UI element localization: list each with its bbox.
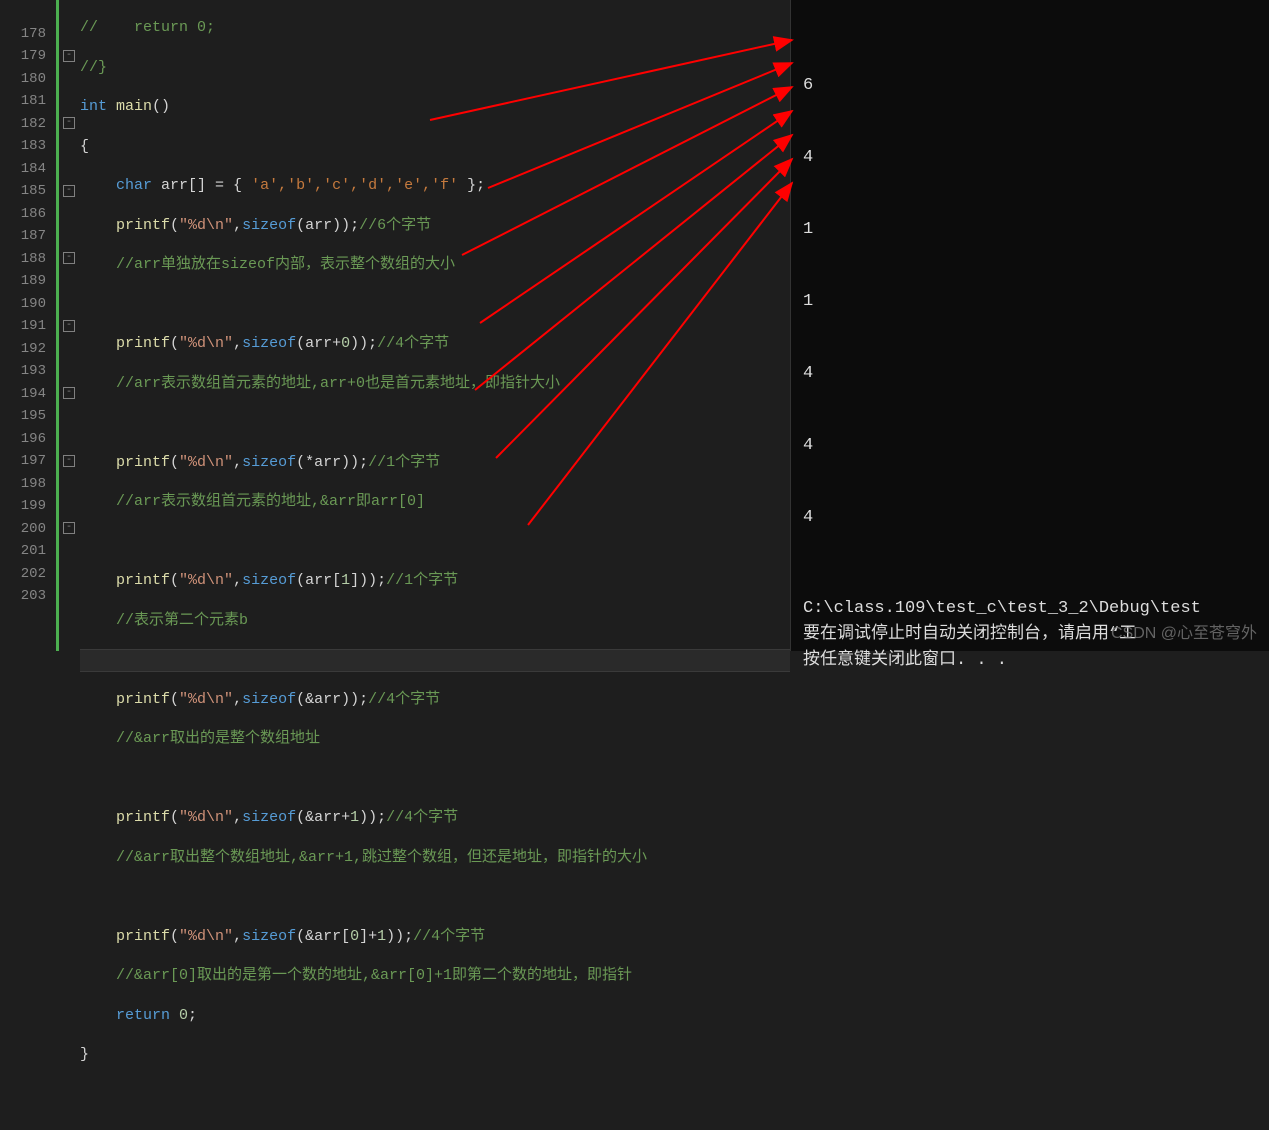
output-line: 4	[803, 506, 1269, 530]
output-line: 4	[803, 146, 1269, 170]
console-pane: 6 4 1 1 4 4 4 C:\class.109\test_c\test_3…	[790, 0, 1269, 651]
code-editor-pane: 178 179 180 181 182 183 184 185 186 187 …	[0, 0, 790, 651]
watermark: CSDN @心至苍穹外	[1111, 619, 1257, 643]
output-line: 1	[803, 290, 1269, 314]
fold-icon[interactable]: -	[63, 522, 75, 534]
output-line: 6	[803, 74, 1269, 98]
output-line: 4	[803, 434, 1269, 458]
code-area[interactable]: // return 0; //} int main() { char arr[]…	[80, 0, 790, 651]
line-number-gutter: 178 179 180 181 182 183 184 185 186 187 …	[0, 0, 56, 651]
fold-icon[interactable]: -	[63, 387, 75, 399]
output-line: 4	[803, 362, 1269, 386]
fold-icon[interactable]: -	[63, 252, 75, 264]
fold-icon[interactable]: -	[63, 185, 75, 197]
fold-column: - - - - - - - -	[56, 0, 80, 651]
fold-icon[interactable]: -	[63, 117, 75, 129]
fold-icon[interactable]: -	[63, 455, 75, 467]
fold-icon[interactable]: -	[63, 50, 75, 62]
output-line: 1	[803, 218, 1269, 242]
fold-icon[interactable]: -	[63, 320, 75, 332]
console-output: 6 4 1 1 4 4 4	[791, 26, 1269, 578]
